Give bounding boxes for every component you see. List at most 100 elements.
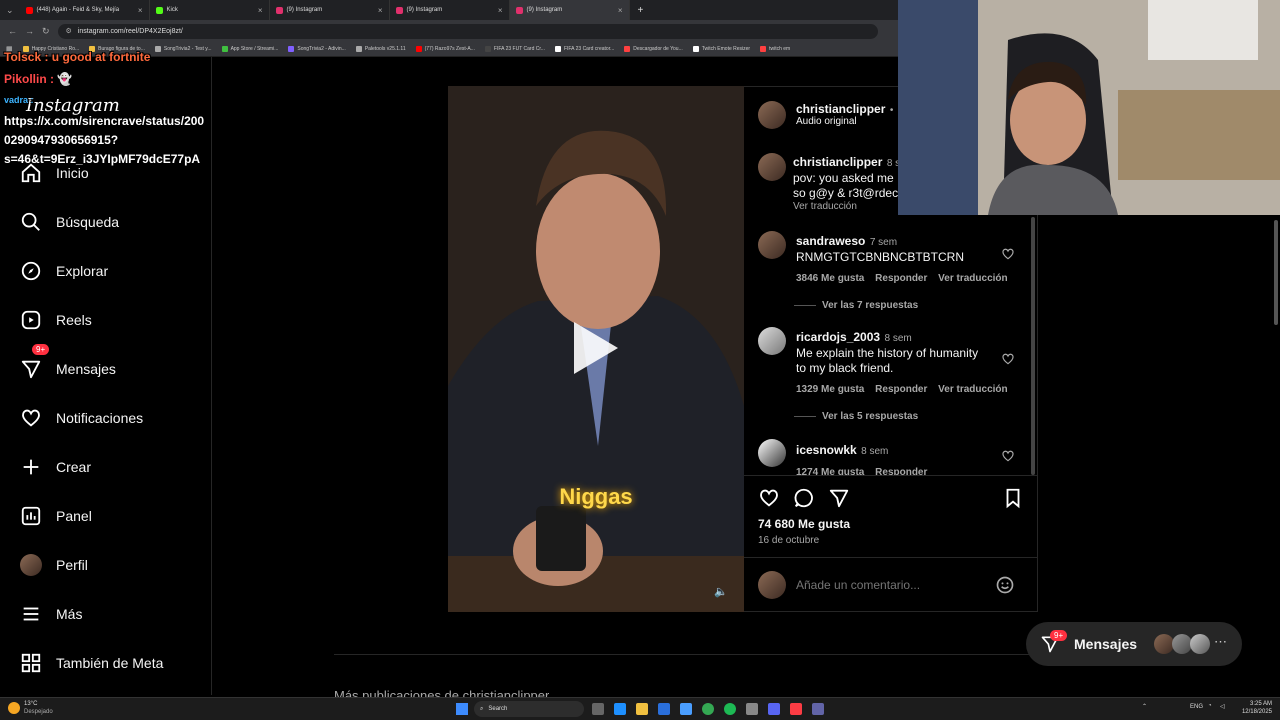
comment-username[interactable]: ricardojs_2003: [796, 330, 880, 344]
bookmark[interactable]: FIFA 23 FUT Card Cr...: [484, 46, 545, 52]
play-icon[interactable]: [570, 318, 622, 378]
comment-username[interactable]: icesnowkk: [796, 443, 857, 457]
clock-date[interactable]: 12/18/2025: [1236, 709, 1272, 715]
messages-pill[interactable]: 9+ Mensajes ⋯: [1026, 622, 1242, 666]
avatar: [1172, 634, 1192, 654]
volume-icon[interactable]: ◁: [1220, 703, 1225, 710]
taskbar-search[interactable]: ⌕ Search: [474, 701, 584, 717]
mail-icon[interactable]: [680, 703, 692, 715]
tab-kick[interactable]: Kick ×: [150, 0, 270, 20]
clock-time[interactable]: 3:25 AM: [1236, 701, 1272, 707]
chevron-up-icon[interactable]: ⌃: [1142, 703, 1147, 710]
comments-scrollbar[interactable]: [1031, 217, 1035, 475]
bookmark[interactable]: FIFA 23 Card creator...: [554, 46, 614, 52]
sidebar-item-perfil[interactable]: Perfil: [20, 554, 88, 576]
sidebar-item-meta[interactable]: También de Meta: [20, 652, 163, 674]
share-icon[interactable]: [828, 487, 850, 509]
translate-link[interactable]: Ver traducción: [938, 273, 1007, 284]
teams-icon[interactable]: [812, 703, 824, 715]
divider: [744, 475, 1038, 476]
caption-avatar[interactable]: [758, 153, 786, 181]
url-field[interactable]: ⚙ instagram.com/reel/DP4X2Eoj8zt/: [57, 23, 878, 39]
author-username[interactable]: christianclipper: [796, 102, 885, 116]
sidebar-item-reels[interactable]: Reels: [20, 309, 92, 331]
bookmark[interactable]: Paletools v25.1.11: [355, 46, 406, 52]
file-explorer-icon[interactable]: [636, 703, 648, 715]
sidebar-item-explorar[interactable]: Explorar: [20, 260, 108, 282]
bookmark[interactable]: (77) Razo97s Zest-A...: [415, 46, 475, 52]
forward-icon[interactable]: →: [25, 26, 34, 36]
new-tab-button[interactable]: +: [630, 5, 652, 16]
obs-icon[interactable]: [746, 703, 758, 715]
close-icon[interactable]: ×: [378, 6, 383, 15]
music-icon[interactable]: [790, 703, 802, 715]
close-icon[interactable]: ×: [618, 6, 623, 15]
reel-video[interactable]: Niggas 🔈: [448, 86, 744, 612]
emoji-icon[interactable]: [995, 575, 1015, 595]
comment-input[interactable]: [796, 575, 986, 595]
weather-icon[interactable]: [8, 702, 20, 714]
reload-icon[interactable]: ↻: [42, 26, 50, 37]
sidebar-item-busqueda[interactable]: Búsqueda: [20, 211, 119, 233]
discord-icon[interactable]: [768, 703, 780, 715]
edge-icon[interactable]: [614, 703, 626, 715]
close-icon[interactable]: ×: [498, 6, 503, 15]
mute-icon[interactable]: 🔈: [714, 585, 728, 598]
tab-list-icon[interactable]: ⌄: [0, 5, 20, 16]
caption-username[interactable]: christianclipper: [793, 155, 882, 169]
like-comment-icon[interactable]: [1001, 247, 1015, 261]
caption: christianclipper 8 s pov: you asked me s…: [793, 153, 900, 212]
comment-likes[interactable]: 1329 Me gusta: [796, 384, 864, 395]
heart-icon: [22, 409, 40, 427]
comment-likes[interactable]: 3846 Me gusta: [796, 273, 864, 284]
translate-link[interactable]: Ver traducción: [938, 384, 1007, 395]
reply-button[interactable]: Responder: [875, 273, 927, 284]
bookmark-icon[interactable]: [1002, 487, 1024, 509]
close-icon[interactable]: ×: [258, 6, 263, 15]
audio-label[interactable]: Audio original: [796, 116, 857, 127]
comment-avatar[interactable]: [758, 327, 786, 355]
comment-username[interactable]: sandraweso: [796, 234, 865, 248]
likes-count[interactable]: 74 680 Me gusta: [758, 517, 850, 531]
close-icon[interactable]: ×: [138, 6, 143, 15]
sidebar-item-mensajes[interactable]: 9+ Mensajes: [20, 344, 116, 380]
instagram-logo[interactable]: Instagram: [26, 95, 120, 116]
language-indicator[interactable]: ENG: [1190, 704, 1203, 710]
sidebar-item-panel[interactable]: Panel: [20, 505, 92, 527]
bookmark[interactable]: Twitch Emote Resizer: [692, 46, 750, 52]
comment-avatar[interactable]: [758, 231, 786, 259]
wifi-icon[interactable]: ◔: [1208, 703, 1212, 709]
tab-instagram-active[interactable]: (9) Instagram ×: [509, 0, 630, 20]
comment-avatar[interactable]: [758, 439, 786, 467]
tab-instagram-1[interactable]: (9) Instagram ×: [270, 0, 390, 20]
like-icon[interactable]: [758, 487, 780, 509]
site-info-icon[interactable]: ⚙: [66, 27, 72, 35]
bookmark[interactable]: twitch em: [760, 46, 790, 52]
page-scrollbar[interactable]: [1274, 220, 1278, 325]
tab-instagram-2[interactable]: (9) Instagram ×: [390, 0, 510, 20]
chrome-icon[interactable]: [702, 703, 714, 715]
translate-link[interactable]: Ver traducción: [793, 201, 900, 212]
store-icon[interactable]: [658, 703, 670, 715]
back-icon[interactable]: ←: [8, 26, 17, 36]
like-comment-icon[interactable]: [1001, 352, 1015, 366]
comment-icon[interactable]: [793, 487, 815, 509]
sidebar-item-notificaciones[interactable]: Notificaciones: [20, 407, 143, 429]
spotify-icon[interactable]: [724, 703, 736, 715]
bookmark[interactable]: App Store / Streami...: [221, 46, 278, 52]
bookmark[interactable]: Descargador de You...: [624, 46, 683, 52]
reply-button[interactable]: Responder: [875, 384, 927, 395]
author-avatar[interactable]: [758, 101, 786, 129]
view-replies[interactable]: Ver las 7 respuestas: [794, 300, 1036, 311]
task-view-icon[interactable]: [592, 703, 604, 715]
sidebar-item-mas[interactable]: Más: [20, 603, 82, 625]
sidebar-item-crear[interactable]: Crear: [20, 456, 91, 478]
bookmark[interactable]: SongTrivia2 - Adivin...: [288, 46, 346, 52]
more-options-icon[interactable]: ⋯: [1214, 634, 1227, 650]
tab-youtube[interactable]: (448) Again - Feid & Sky, Mejía ×: [20, 0, 150, 20]
windows-start-icon[interactable]: [456, 703, 468, 715]
bookmark[interactable]: SongTrivia2 - Test y...: [154, 46, 212, 52]
view-replies[interactable]: Ver las 5 respuestas: [794, 411, 1036, 422]
kick-icon: [155, 6, 163, 14]
like-comment-icon[interactable]: [1001, 449, 1015, 463]
